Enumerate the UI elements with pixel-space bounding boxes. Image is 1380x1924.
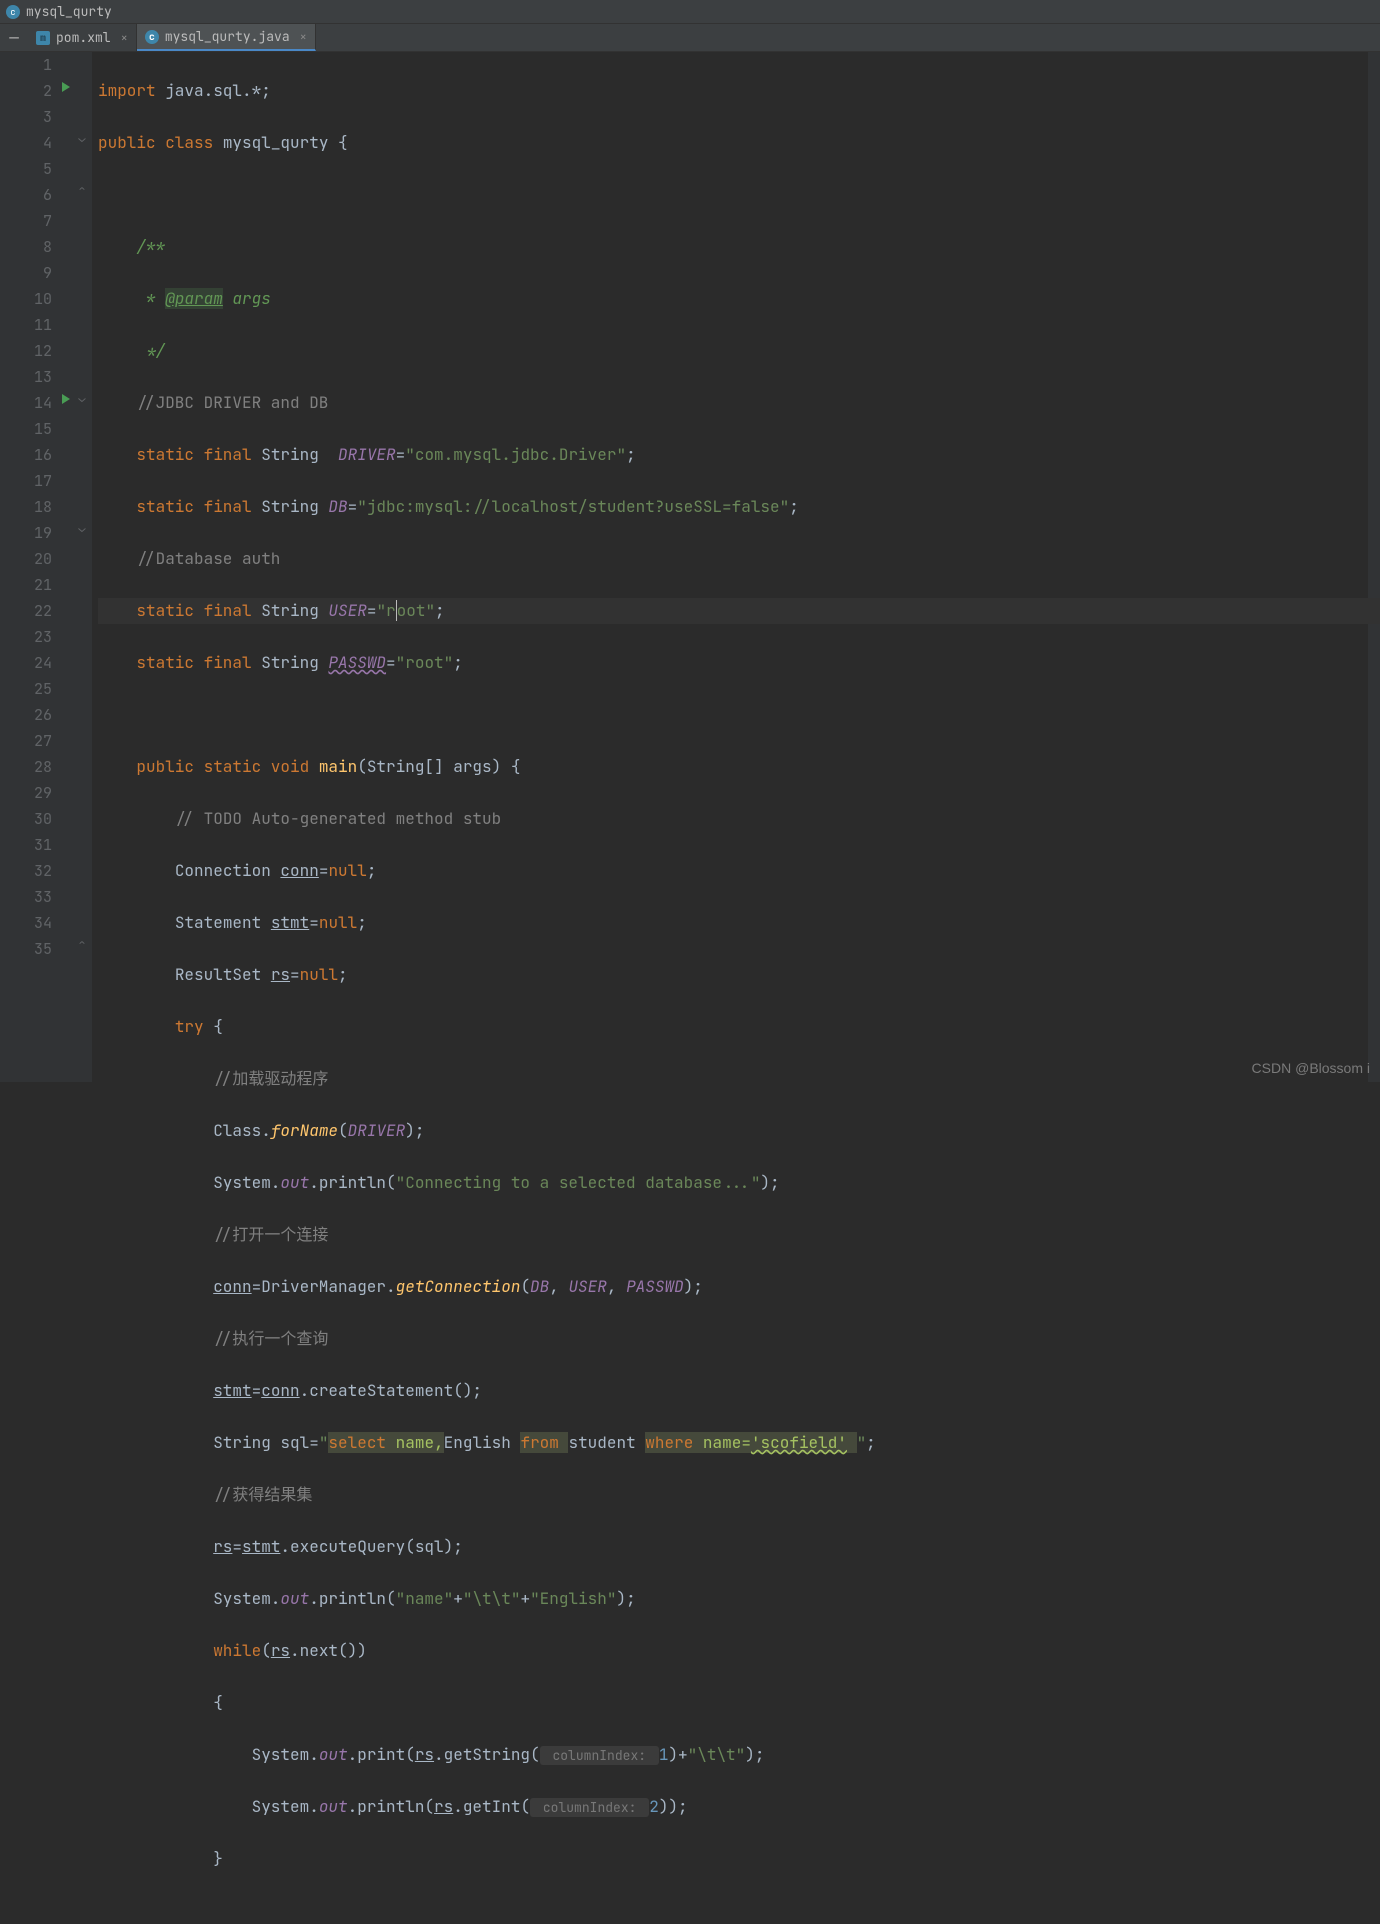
- fold-end-icon[interactable]: ⌃: [77, 182, 87, 198]
- line-number: 26: [0, 702, 52, 728]
- expand-tabs-icon[interactable]: —: [0, 24, 28, 51]
- line-number: 15: [0, 416, 52, 442]
- line-number: 28: [0, 754, 52, 780]
- line-number: 17: [0, 468, 52, 494]
- line-number: 20: [0, 546, 52, 572]
- line-number: 19: [0, 520, 52, 546]
- code-line: ResultSet rs=null;: [98, 962, 1380, 988]
- code-line: System.out.println(rs.getInt( columnInde…: [98, 1794, 1380, 1820]
- code-line: Connection conn=null;: [98, 858, 1380, 884]
- line-number: 30: [0, 806, 52, 832]
- code-line: while(rs.next()): [98, 1638, 1380, 1664]
- code-editor[interactable]: 1 2 3 4 5 6 7 8 9 10 11 12 13 14 15 16 1…: [0, 52, 1380, 1082]
- line-number: 1: [0, 52, 52, 78]
- code-line: //获得结果集: [98, 1482, 1380, 1508]
- fold-start-icon[interactable]: ⌄: [77, 130, 87, 146]
- class-icon: c: [145, 30, 159, 44]
- code-line: Statement stmt=null;: [98, 910, 1380, 936]
- line-number: 21: [0, 572, 52, 598]
- fold-end-icon[interactable]: ⌃: [77, 936, 87, 952]
- code-line: //执行一个查询: [98, 1326, 1380, 1352]
- code-line: System.out.println("Connecting to a sele…: [98, 1170, 1380, 1196]
- run-gutter-icon[interactable]: [62, 394, 70, 404]
- line-number: 13: [0, 364, 52, 390]
- line-number: 5: [0, 156, 52, 182]
- tab-label: mysql_qurty.java: [165, 28, 290, 45]
- code-line: System.out.print(rs.getString( columnInd…: [98, 1742, 1380, 1768]
- code-line: stmt=conn.createStatement();: [98, 1378, 1380, 1404]
- code-line: //JDBC DRIVER and DB: [98, 390, 1380, 416]
- line-number: 16: [0, 442, 52, 468]
- code-line: Class.forName(DRIVER);: [98, 1118, 1380, 1144]
- code-line: import java.sql.*;: [98, 78, 1380, 104]
- editor-tabs: — m pom.xml × c mysql_qurty.java ×: [0, 24, 1380, 52]
- watermark: CSDN @Blossom i: [1252, 1060, 1370, 1076]
- fold-start-icon[interactable]: ⌄: [77, 520, 87, 536]
- code-line: [98, 182, 1380, 208]
- fold-start-icon[interactable]: ⌄: [77, 390, 87, 406]
- code-line: // TODO Auto-generated method stub: [98, 806, 1380, 832]
- tab-pom-xml[interactable]: m pom.xml ×: [28, 24, 137, 51]
- line-number: 4: [0, 130, 52, 156]
- line-number: 35: [0, 936, 52, 962]
- line-number: 22: [0, 598, 52, 624]
- code-line: //加载驱动程序: [98, 1066, 1380, 1092]
- code-area[interactable]: import java.sql.*; public class mysql_qu…: [92, 52, 1380, 1082]
- line-number: 7: [0, 208, 52, 234]
- line-number: 10: [0, 286, 52, 312]
- code-line: System.out.println("name"+"\t\t"+"Englis…: [98, 1586, 1380, 1612]
- code-line: rs=stmt.executeQuery(sql);: [98, 1534, 1380, 1560]
- code-line: static final String DB="jdbc:mysql://loc…: [98, 494, 1380, 520]
- line-number: 14: [0, 390, 52, 416]
- line-number: 18: [0, 494, 52, 520]
- code-line: static final String PASSWD="root";: [98, 650, 1380, 676]
- tab-label: pom.xml: [56, 29, 111, 46]
- line-number: 9: [0, 260, 52, 286]
- run-gutter-icon[interactable]: [62, 82, 70, 92]
- code-line: try {: [98, 1014, 1380, 1040]
- code-line: public class mysql_qurty {: [98, 130, 1380, 156]
- code-line: /**: [98, 234, 1380, 260]
- line-number: 32: [0, 858, 52, 884]
- line-number: 11: [0, 312, 52, 338]
- code-line: {: [98, 1690, 1380, 1716]
- code-line: static final String DRIVER="com.mysql.jd…: [98, 442, 1380, 468]
- line-number-gutter: 1 2 3 4 5 6 7 8 9 10 11 12 13 14 15 16 1…: [0, 52, 74, 1082]
- window-title: mysql_qurty: [26, 3, 112, 20]
- fold-column: ⌄ ⌃ ⌄ ⌄ ⌃: [74, 52, 92, 1082]
- close-icon[interactable]: ×: [121, 30, 128, 46]
- maven-icon: m: [36, 31, 50, 45]
- code-line: public static void main(String[] args) {: [98, 754, 1380, 780]
- code-line: [98, 702, 1380, 728]
- line-number: 31: [0, 832, 52, 858]
- line-number: 33: [0, 884, 52, 910]
- code-line: */: [98, 338, 1380, 364]
- line-number: 6: [0, 182, 52, 208]
- line-number: 3: [0, 104, 52, 130]
- parameter-hint: columnIndex:: [530, 1798, 649, 1817]
- close-icon[interactable]: ×: [300, 29, 307, 45]
- line-number: 8: [0, 234, 52, 260]
- code-line: }: [98, 1846, 1380, 1872]
- code-line: //Database auth: [98, 546, 1380, 572]
- line-number: 2: [0, 78, 52, 104]
- parameter-hint: columnIndex:: [540, 1746, 659, 1765]
- line-number: 27: [0, 728, 52, 754]
- line-number: 12: [0, 338, 52, 364]
- line-number: 29: [0, 780, 52, 806]
- code-line: * @param args: [98, 286, 1380, 312]
- tab-mysql-qurty[interactable]: c mysql_qurty.java ×: [137, 24, 316, 51]
- line-number: 25: [0, 676, 52, 702]
- code-line: conn=DriverManager.getConnection(DB, USE…: [98, 1274, 1380, 1300]
- line-number: 34: [0, 910, 52, 936]
- code-line: String sql="select name,English from stu…: [98, 1430, 1380, 1456]
- line-number: 23: [0, 624, 52, 650]
- window-titlebar: c mysql_qurty: [0, 0, 1380, 24]
- line-number: 24: [0, 650, 52, 676]
- code-line-current: static final String USER="root";: [98, 598, 1380, 624]
- code-line: //打开一个连接: [98, 1222, 1380, 1248]
- class-icon: c: [6, 5, 20, 19]
